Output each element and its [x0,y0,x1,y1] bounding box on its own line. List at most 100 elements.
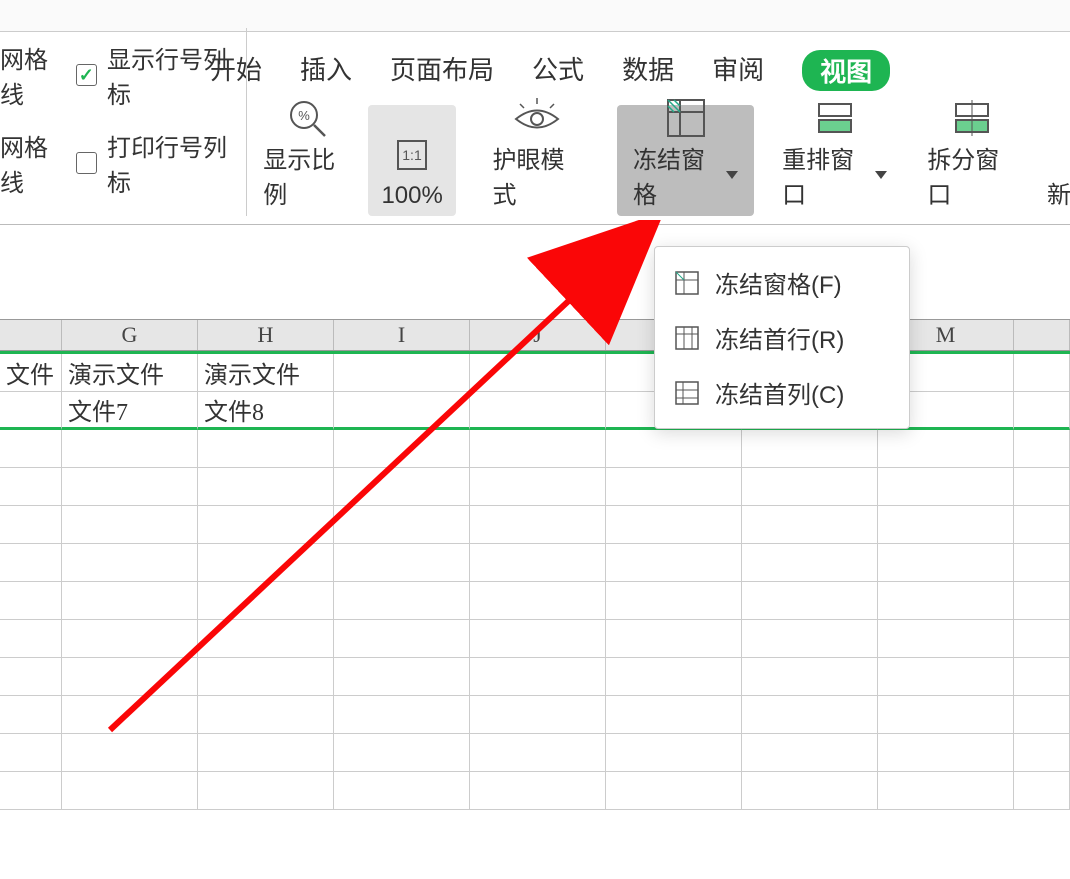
cell[interactable] [334,734,470,772]
cell[interactable] [0,392,62,430]
cell[interactable] [62,696,198,734]
cell[interactable] [0,582,62,620]
cell[interactable] [470,582,606,620]
cell[interactable] [198,430,334,468]
cell[interactable] [1014,696,1070,734]
new-window-button-partial[interactable]: 新 [1032,105,1070,216]
split-window-button[interactable]: 拆分窗口 [911,105,1032,216]
cell[interactable] [606,582,742,620]
cell[interactable] [1014,544,1070,582]
eye-protection-button[interactable]: 护眼模式 [476,105,597,216]
cell[interactable] [62,430,198,468]
cell[interactable]: 文件 [0,354,62,392]
cell[interactable] [1014,468,1070,506]
cell[interactable] [62,620,198,658]
cell[interactable] [470,772,606,810]
cell[interactable] [0,544,62,582]
cell[interactable] [470,506,606,544]
cell[interactable] [62,772,198,810]
cell[interactable] [334,354,470,392]
cell[interactable] [606,658,742,696]
cell[interactable] [334,544,470,582]
cell[interactable] [606,468,742,506]
cell[interactable] [742,696,878,734]
cell[interactable] [334,430,470,468]
tab-view[interactable]: 视图 [802,50,890,91]
show-row-col-headers[interactable]: 网格线 显示行号列标 [0,40,246,110]
cell[interactable] [0,696,62,734]
cell[interactable] [470,468,606,506]
cell[interactable] [62,582,198,620]
cell[interactable] [1014,354,1070,392]
cell[interactable] [606,772,742,810]
cell[interactable] [0,734,62,772]
col-header-I[interactable]: I [334,320,470,350]
tab-formula[interactable]: 公式 [532,50,584,91]
cell[interactable] [470,620,606,658]
menu-freeze-first-row[interactable]: 冻结首行(R) [655,310,909,365]
cell[interactable] [334,506,470,544]
cell[interactable] [606,620,742,658]
cell[interactable] [878,734,1014,772]
cell[interactable] [606,430,742,468]
cell[interactable] [878,658,1014,696]
cell[interactable] [1014,430,1070,468]
cell[interactable] [606,544,742,582]
cell[interactable] [878,696,1014,734]
cell[interactable] [470,696,606,734]
cell[interactable] [606,506,742,544]
cell[interactable] [742,544,878,582]
cell[interactable] [198,772,334,810]
cell[interactable] [878,506,1014,544]
cell[interactable] [62,658,198,696]
zoom-ratio-button[interactable]: % 显示比例 [247,105,368,216]
cell[interactable] [334,772,470,810]
cell[interactable] [878,430,1014,468]
cell[interactable] [198,658,334,696]
checkbox-print-headers-icon[interactable] [76,152,97,174]
cell[interactable] [606,734,742,772]
cell[interactable] [198,696,334,734]
rearrange-windows-button[interactable]: 重排窗口 [766,105,903,216]
cell[interactable] [1014,620,1070,658]
cell[interactable] [198,544,334,582]
col-header-G[interactable]: G [62,320,198,350]
cell[interactable] [62,734,198,772]
cell[interactable] [334,582,470,620]
cell[interactable] [742,658,878,696]
cell[interactable] [742,620,878,658]
freeze-panes-button[interactable]: 冻结窗格 [617,105,754,216]
print-row-col-headers[interactable]: 网格线 打印行号列标 [0,128,246,198]
col-header-J[interactable]: J [470,320,606,350]
cell[interactable] [742,430,878,468]
col-header-H[interactable]: H [198,320,334,350]
tab-page-layout[interactable]: 页面布局 [390,50,494,91]
col-header-N-partial[interactable] [1014,320,1070,350]
cell[interactable] [1014,772,1070,810]
cell[interactable] [878,544,1014,582]
cell[interactable] [334,620,470,658]
tab-data[interactable]: 数据 [622,50,674,91]
cell[interactable] [198,468,334,506]
cell[interactable]: 演示文件 [198,354,334,392]
cell[interactable] [1014,582,1070,620]
cell[interactable] [742,506,878,544]
zoom-100-button[interactable]: 1:1 100% [368,105,457,216]
cell[interactable] [198,506,334,544]
cell[interactable] [878,620,1014,658]
cell[interactable]: 演示文件 [62,354,198,392]
cell[interactable] [62,544,198,582]
cell[interactable] [198,734,334,772]
cell[interactable] [470,544,606,582]
cell[interactable] [1014,658,1070,696]
cell[interactable] [742,582,878,620]
menu-freeze-panes[interactable]: 冻结窗格(F) [655,255,909,310]
col-header-F-partial[interactable] [0,320,62,350]
cell[interactable]: 文件8 [198,392,334,430]
cell[interactable] [62,506,198,544]
menu-freeze-first-col[interactable]: 冻结首列(C) [655,365,909,420]
cell[interactable] [878,582,1014,620]
cell[interactable] [470,354,606,392]
cell[interactable] [0,620,62,658]
cell[interactable] [470,658,606,696]
